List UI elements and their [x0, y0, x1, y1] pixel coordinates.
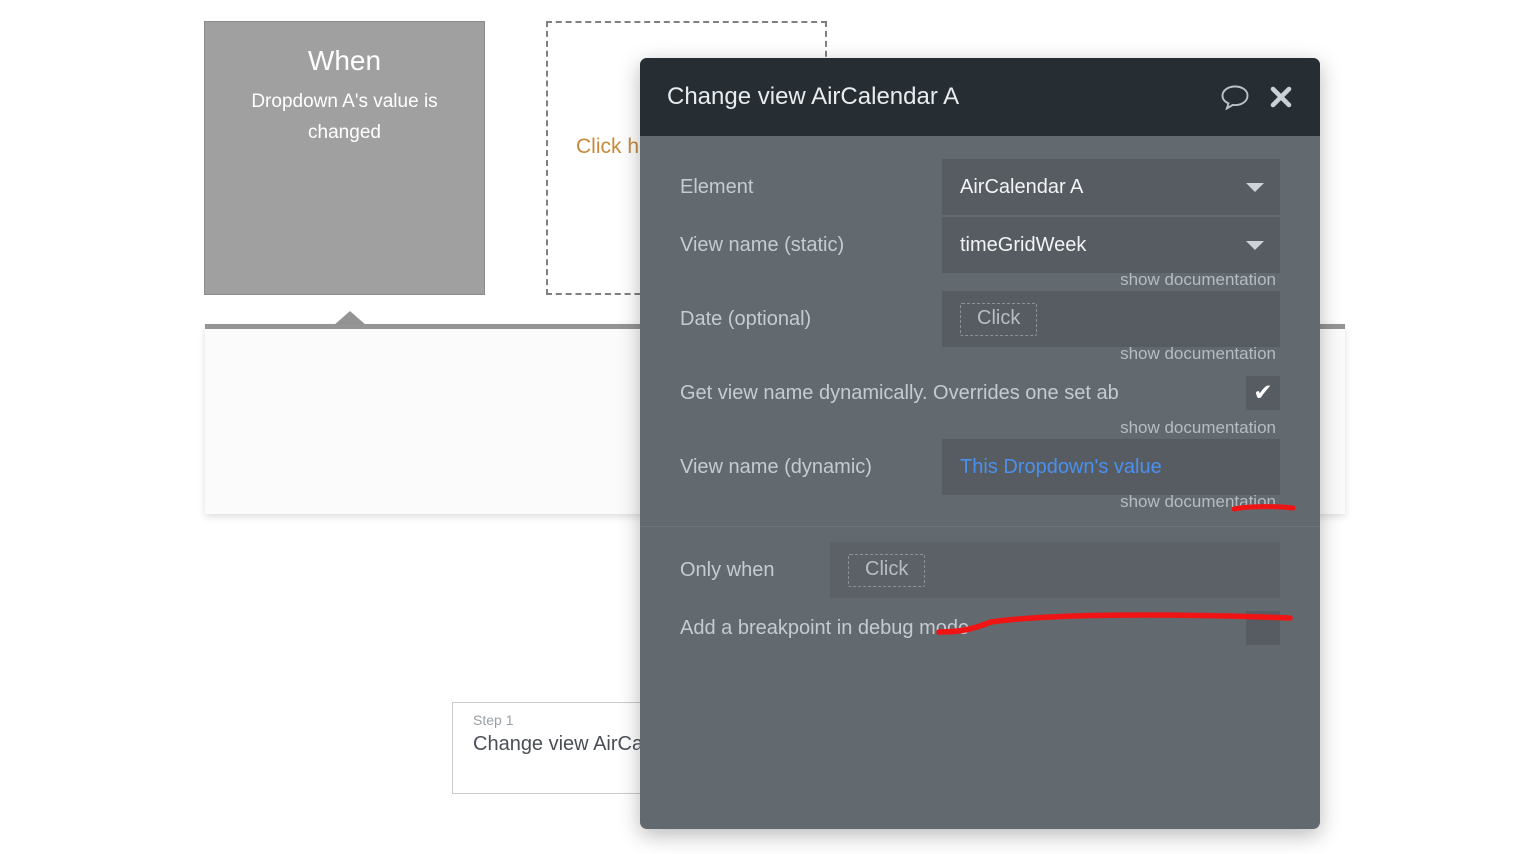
dialog-body: Element AirCalendar A View name (static)… [640, 136, 1320, 657]
element-value: AirCalendar A [960, 175, 1084, 198]
dynamic-toggle-label: Get view name dynamically. Overrides one… [680, 382, 1119, 404]
doc-spacer [680, 496, 942, 512]
doc-spacer [680, 348, 942, 364]
row-dynamic-toggle: Get view name dynamically. Overrides one… [680, 364, 1280, 422]
chevron-down-icon [1246, 182, 1264, 192]
row-only-when: Only when Click [680, 541, 1280, 599]
view-name-dynamic-field[interactable]: This Dropdown's value [942, 439, 1280, 495]
view-name-dynamic-value: This Dropdown's value [960, 455, 1162, 478]
show-documentation-link[interactable]: show documentation [942, 418, 1278, 438]
row-view-name-dynamic: View name (dynamic) This Dropdown's valu… [680, 438, 1280, 496]
date-click-chip[interactable]: Click [960, 302, 1038, 336]
close-icon[interactable] [1268, 84, 1294, 110]
only-when-label: Only when [680, 559, 775, 581]
dynamic-checkbox[interactable]: ✔ [1246, 376, 1280, 410]
doc-row-view-name-static: show documentation [680, 270, 1280, 290]
breakpoint-label: Add a breakpoint in debug mode [680, 617, 970, 639]
show-documentation-link[interactable]: show documentation [942, 344, 1278, 364]
element-dropdown[interactable]: AirCalendar A [942, 159, 1280, 215]
view-name-static-value: timeGridWeek [960, 233, 1087, 256]
chevron-down-icon [1246, 240, 1264, 250]
show-documentation-link[interactable]: show documentation [942, 492, 1278, 512]
when-title: When [307, 45, 382, 76]
view-name-static-dropdown[interactable]: timeGridWeek [942, 217, 1280, 273]
view-name-static-label: View name (static) [680, 234, 845, 256]
date-optional-field[interactable]: Click [942, 291, 1280, 347]
breakpoint-checkbox[interactable] [1246, 611, 1280, 645]
doc-spacer [680, 422, 942, 438]
dialog-title: Change view AirCalendar A [667, 83, 960, 110]
show-documentation-link[interactable]: show documentation [942, 270, 1278, 290]
when-subtitle: Dropdown A's value is changed [251, 91, 438, 143]
row-element: Element AirCalendar A [680, 158, 1280, 216]
date-optional-label: Date (optional) [680, 308, 812, 330]
doc-row-view-name-dynamic: show documentation [680, 492, 1280, 512]
only-when-click-chip[interactable]: Click [848, 553, 926, 587]
only-when-field[interactable]: Click [830, 542, 1280, 598]
when-trigger-block[interactable]: When Dropdown A's value is changed [204, 21, 485, 295]
comment-icon[interactable] [1220, 84, 1250, 110]
view-name-dynamic-label: View name (dynamic) [680, 456, 872, 478]
property-editor-dialog: Change view AirCalendar A Element AirCal… [640, 58, 1320, 829]
doc-spacer [680, 274, 942, 290]
row-view-name-static: View name (static) timeGridWeek [680, 216, 1280, 274]
element-label: Element [680, 176, 754, 198]
doc-row-date-optional: show documentation [680, 344, 1280, 364]
dialog-bottom-section: Only when Click Add a breakpoint in debu… [680, 527, 1280, 657]
dialog-header: Change view AirCalendar A [640, 58, 1320, 136]
doc-row-dynamic-toggle: show documentation [680, 418, 1280, 438]
row-date-optional: Date (optional) Click [680, 290, 1280, 348]
row-breakpoint: Add a breakpoint in debug mode [680, 599, 1280, 657]
